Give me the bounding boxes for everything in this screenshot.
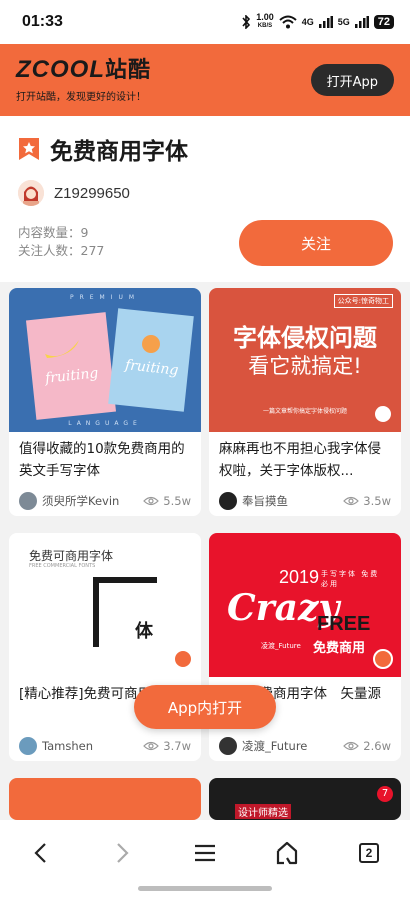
flame-icon <box>373 404 393 424</box>
back-button[interactable] <box>20 836 60 870</box>
status-icons: 1.00 KB/S 4G 5G 72 <box>241 13 394 31</box>
card-thumbnail[interactable]: PREMIUM fruiting fruiting LANGUAGE <box>9 288 201 432</box>
author-row[interactable]: Z19299650 <box>18 180 130 206</box>
thumb-line1: 字体侵权问题 <box>233 324 377 352</box>
signal-label-1: 4G <box>301 17 314 27</box>
menu-button[interactable] <box>185 836 225 870</box>
card-author[interactable]: 奉旨摸鱼 <box>242 493 288 509</box>
card-badge: 7 <box>377 786 393 802</box>
tabs-button[interactable]: 2 <box>349 836 389 870</box>
thumb-char: 体 <box>135 621 153 642</box>
bookmark-icon <box>19 138 39 160</box>
work-card[interactable]: 公众号:惊奇物工 字体侵权问题 看它就搞定! 一篇文章帮你搞定字体侵权问题 麻麻… <box>209 288 401 516</box>
work-card[interactable]: 设计师精选 7 <box>209 778 401 820</box>
card-author[interactable]: Tamshen <box>42 739 93 753</box>
app-banner: ZCOOL站酷 打开站酷，发现更好的设计！ 打开App <box>0 44 410 116</box>
thumb-top-text: PREMIUM <box>69 294 141 301</box>
thumb-cn-top: 手写字体 免费必用 <box>321 570 380 588</box>
thumb-year: 2019 <box>279 567 320 587</box>
work-card[interactable]: PREMIUM fruiting fruiting LANGUAGE 值得收藏的… <box>9 288 201 516</box>
menu-icon <box>195 844 215 862</box>
page-title: 免费商用字体 <box>50 139 188 165</box>
thumb-credit: 凌渡_Future <box>261 642 301 650</box>
view-count: 2.6w <box>343 739 391 753</box>
thumb-poster-pink <box>25 312 117 420</box>
content-count: 内容数量：9 <box>18 225 89 240</box>
peach-icon <box>142 335 160 353</box>
collection-stats: 内容数量：9 关注人数：277 <box>18 224 104 260</box>
status-time: 01:33 <box>22 13 63 30</box>
view-count: 3.7w <box>143 739 191 753</box>
signal-icon <box>354 16 369 28</box>
eye-icon <box>343 496 360 506</box>
card-meta: 须臾所学Kevin 5.5w <box>9 486 201 516</box>
collection-header: 免费商用字体 Z19299650 内容数量：9 关注人数：277 关注 <box>0 116 410 282</box>
card-thumbnail[interactable]: 公众号:惊奇物工 字体侵权问题 看它就搞定! 一篇文章帮你搞定字体侵权问题 <box>209 288 401 432</box>
follow-button[interactable]: 关注 <box>239 220 393 266</box>
open-app-button[interactable]: 打开App <box>310 64 394 96</box>
thumb-free: FREE <box>317 613 371 635</box>
avatar[interactable] <box>19 737 37 755</box>
card-author[interactable]: 凌渡_Future <box>242 738 307 754</box>
net-speed: 1.00 KB/S <box>256 12 274 30</box>
browser-toolbar: 2 <box>0 820 410 900</box>
home-icon <box>276 841 298 865</box>
tabs-count-icon: 2 <box>359 843 379 863</box>
thumb-sub: FREE COMMERCIAL FONTS <box>29 563 96 569</box>
card-title[interactable]: 麻麻再也不用担心我字体侵权啦，关于字体版权... <box>209 432 401 484</box>
banner-slogan: 打开站酷，发现更好的设计！ <box>16 92 146 103</box>
card-author[interactable]: 须臾所学Kevin <box>42 493 119 509</box>
eye-icon <box>143 496 160 506</box>
card-thumbnail[interactable]: 2019 手写字体 免费必用 Crazy FREE 免费商用 凌渡_Future <box>209 533 401 677</box>
battery-icon: 72 <box>373 15 394 29</box>
signal-icon <box>318 16 333 28</box>
avatar[interactable] <box>219 492 237 510</box>
card-meta: 凌渡_Future 2.6w <box>209 731 401 761</box>
avatar[interactable] <box>18 180 44 206</box>
zcool-logo: ZCOOL站酷 <box>16 56 152 84</box>
home-button[interactable] <box>267 836 307 870</box>
wifi-icon <box>279 15 297 29</box>
card-meta: Tamshen 3.7w <box>9 731 201 761</box>
card-tag: 设计师精选 <box>235 804 291 819</box>
status-bar: 01:33 1.00 KB/S 4G 5G 72 <box>0 0 410 44</box>
chevron-left-icon <box>34 843 46 863</box>
view-count: 5.5w <box>143 494 191 508</box>
card-thumbnail[interactable]: 免费可商用字体 FREE COMMERCIAL FONTS 体 <box>9 533 201 677</box>
bluetooth-icon <box>242 15 251 29</box>
author-name[interactable]: Z19299650 <box>54 185 130 202</box>
flame-icon <box>173 649 193 669</box>
thumb-bottom-text: LANGUAGE <box>68 420 142 427</box>
avatar[interactable] <box>19 492 37 510</box>
home-indicator[interactable] <box>138 886 272 891</box>
thumb-free-cn: 免费商用 <box>313 641 366 656</box>
thumb-line2: 看它就搞定! <box>248 354 362 378</box>
card-title[interactable]: 值得收藏的10款免费商用的英文手写字体 <box>9 432 201 484</box>
open-in-app-button[interactable]: App内打开 <box>134 685 276 729</box>
thumb-heading: 免费可商用字体 <box>29 549 114 563</box>
chevron-right-icon <box>117 843 129 863</box>
avatar[interactable] <box>219 737 237 755</box>
follower-count: 关注人数：277 <box>18 243 105 258</box>
brand: ZCOOL站酷 打开站酷，发现更好的设计！ <box>16 56 152 104</box>
work-card[interactable] <box>9 778 201 820</box>
forward-button[interactable] <box>103 836 143 870</box>
view-count: 3.5w <box>343 494 391 508</box>
eye-icon <box>143 741 160 751</box>
signal-label-2: 5G <box>337 17 350 27</box>
eye-icon <box>343 741 360 751</box>
title-row: 免费商用字体 <box>18 132 188 166</box>
card-meta: 奉旨摸鱼 3.5w <box>209 486 401 516</box>
thumb-tag: 公众号:惊奇物工 <box>333 294 393 308</box>
banana-icon <box>45 340 79 358</box>
flame-icon <box>373 649 393 669</box>
